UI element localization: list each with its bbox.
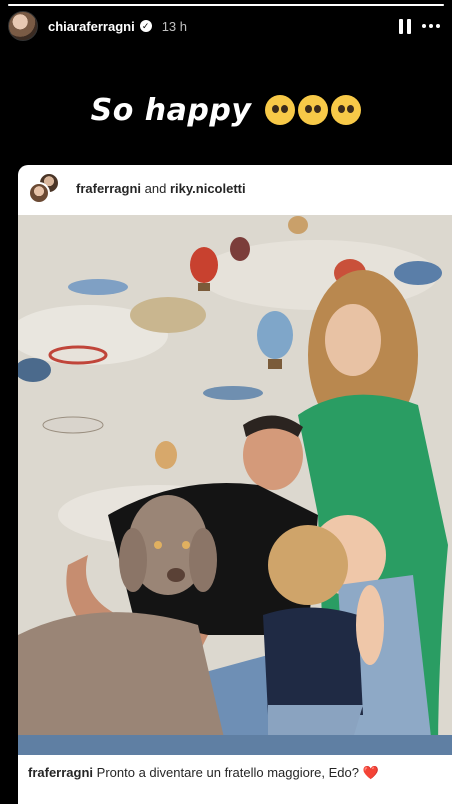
- story-caption-text: So happy: [90, 93, 252, 128]
- post-author-1[interactable]: fraferragni: [76, 181, 141, 196]
- post-photo[interactable]: [18, 215, 452, 755]
- story-progress-fill: [8, 4, 444, 6]
- post-authors-and: and: [144, 180, 167, 196]
- avatar: [28, 182, 50, 204]
- verified-badge-icon: ✓: [139, 20, 152, 32]
- post-author-2[interactable]: riky.nicoletti: [170, 181, 246, 196]
- shared-post-card[interactable]: fraferragni and riky.nicoletti fraferrag…: [18, 165, 452, 804]
- pleading-face-emoji: [265, 95, 296, 125]
- story-username[interactable]: chiaraferragni: [48, 19, 135, 34]
- post-caption: fraferragni Pronto a diventare un fratel…: [28, 765, 444, 781]
- post-caption-author[interactable]: fraferragni: [28, 765, 93, 780]
- pleading-face-emoji: [331, 95, 362, 125]
- post-header: fraferragni and riky.nicoletti: [18, 165, 452, 211]
- profile-avatar[interactable]: [8, 11, 38, 41]
- story-caption: So happy: [0, 93, 452, 128]
- family-photo-illustration: [18, 215, 452, 755]
- post-authors[interactable]: fraferragni and riky.nicoletti: [76, 181, 246, 196]
- story-header: chiaraferragni ✓ 13 h: [0, 8, 452, 44]
- pleading-face-emoji: [298, 95, 329, 125]
- pause-icon: [399, 18, 411, 34]
- heart-emoji-icon: ❤️: [362, 765, 379, 780]
- story-progress-bar: [8, 4, 444, 6]
- more-icon: [422, 24, 440, 28]
- pause-button[interactable]: [392, 13, 418, 39]
- more-options-button[interactable]: [418, 13, 444, 39]
- story-time: 13 h: [161, 18, 188, 34]
- post-caption-text: Pronto a diventare un fratello maggiore,…: [96, 765, 359, 780]
- collab-avatars[interactable]: [28, 172, 60, 204]
